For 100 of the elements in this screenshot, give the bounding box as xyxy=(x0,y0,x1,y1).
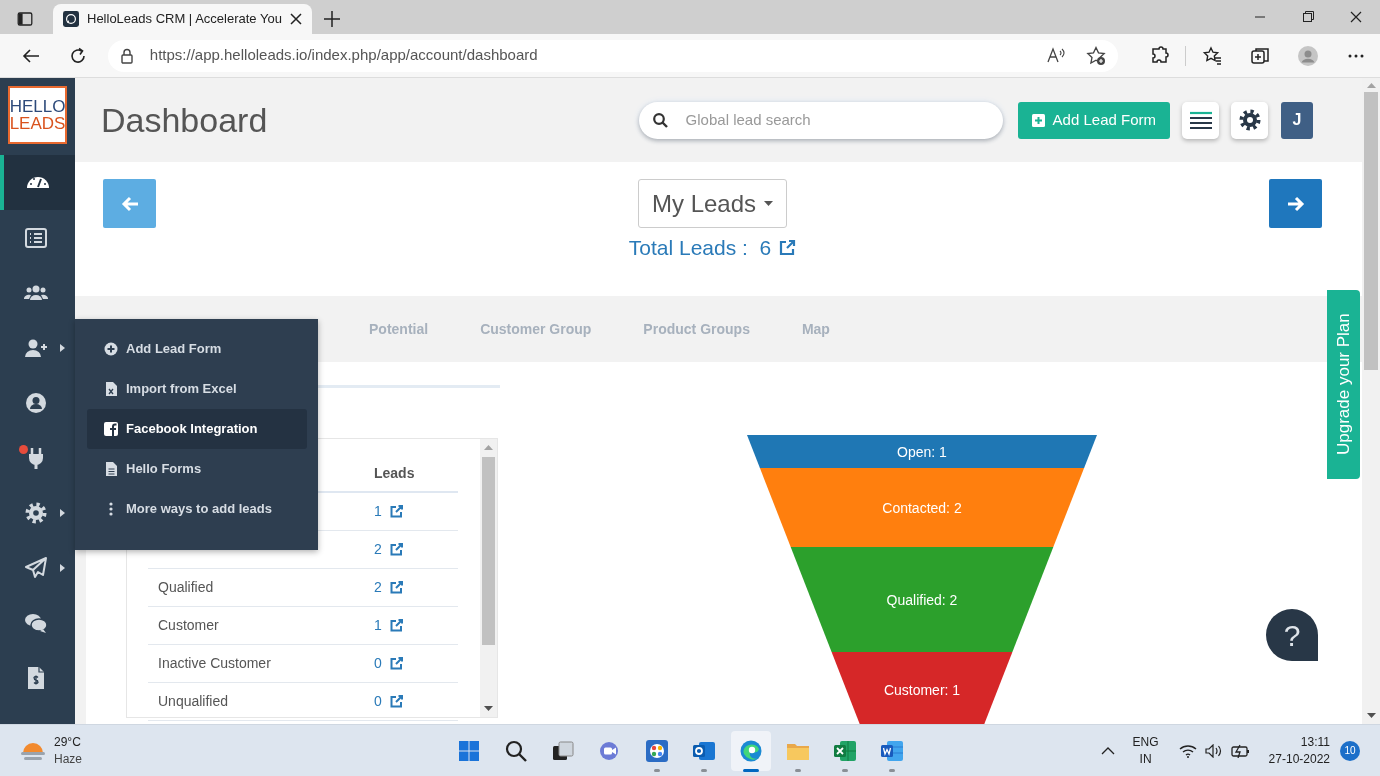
search-icon xyxy=(652,112,668,128)
menu-item[interactable]: More ways to add leads xyxy=(87,489,307,529)
left-arrow-icon xyxy=(120,195,139,212)
menu-button[interactable] xyxy=(1182,101,1219,139)
gear-icon xyxy=(23,500,48,525)
browser-icon xyxy=(739,738,763,763)
extensions-icon[interactable] xyxy=(1149,45,1169,66)
plus-square-icon xyxy=(1031,113,1045,127)
up-arrow-icon xyxy=(484,445,493,450)
task-view-icon xyxy=(551,738,575,763)
search-icon xyxy=(504,738,528,763)
external-link-icon[interactable] xyxy=(389,619,403,632)
settings-icon xyxy=(1237,108,1262,132)
menu-item[interactable]: Add Lead Form xyxy=(87,329,307,369)
segment-label: Customer: 1 xyxy=(883,682,961,698)
close-icon xyxy=(1350,11,1362,23)
leads-dropdown[interactable]: My Leads xyxy=(637,179,788,228)
scroll-thumb[interactable] xyxy=(1364,92,1378,370)
scroll-thumb[interactable] xyxy=(482,457,495,645)
search-bar[interactable]: Global lead search xyxy=(638,101,1003,139)
settings-button[interactable] xyxy=(1231,101,1268,139)
read-aloud-icon[interactable] xyxy=(1046,46,1066,65)
square-f-icon xyxy=(104,422,118,436)
notification-badge[interactable]: 10 xyxy=(1340,740,1360,761)
page-title: Dashboard xyxy=(101,99,268,141)
table-cell-text: Inactive Customer xyxy=(157,654,272,673)
language-indicator[interactable]: ENG IN xyxy=(1132,734,1159,767)
menu-item[interactable]: Import from Excel xyxy=(87,369,307,409)
chevron-up-icon[interactable] xyxy=(1100,746,1115,755)
plus-circle-icon xyxy=(104,342,118,356)
table-cell-text: Unqualified xyxy=(157,692,230,711)
user-avatar[interactable]: J xyxy=(1281,101,1313,139)
back-arrow-icon xyxy=(21,46,40,65)
lead-count-link[interactable]: 1 xyxy=(374,615,382,636)
alert-dot xyxy=(19,445,28,454)
caret-icon xyxy=(60,344,65,352)
menu-item[interactable]: Facebook Integration xyxy=(87,409,307,449)
table-cell-text: Qualified xyxy=(157,578,215,597)
start-icon xyxy=(457,738,481,763)
running-indicator xyxy=(889,768,895,772)
page-scrollbar[interactable] xyxy=(1362,78,1380,724)
running-indicator xyxy=(701,768,707,772)
sidebar-item[interactable] xyxy=(0,155,75,210)
running-indicator xyxy=(842,768,848,772)
running-indicator xyxy=(795,768,801,772)
help-button[interactable]: ? xyxy=(1266,609,1318,661)
wifi-icon[interactable] xyxy=(1178,743,1197,758)
clock[interactable]: 13:11 27-10-2022 xyxy=(1268,734,1330,767)
lead-count-link[interactable]: 2 xyxy=(374,577,382,598)
table-scrollbar[interactable] xyxy=(480,439,497,717)
add-lead-form-button[interactable]: Add Lead Form xyxy=(1017,101,1170,139)
segment-label: Open: 1 xyxy=(897,443,947,460)
document-icon xyxy=(104,462,118,476)
segment-label: Qualified: 2 xyxy=(886,591,958,608)
restore-icon xyxy=(1302,11,1314,23)
down-arrow-icon xyxy=(484,706,493,711)
external-link-icon[interactable] xyxy=(389,543,403,556)
segment-label: Contacted: 2 xyxy=(882,499,962,516)
favorite-star-icon[interactable] xyxy=(1086,45,1106,66)
down-arrow-icon xyxy=(1366,713,1376,718)
external-link-icon[interactable] xyxy=(389,581,403,594)
external-link-icon[interactable] xyxy=(779,239,797,257)
external-link-icon[interactable] xyxy=(389,695,403,708)
lead-count-link[interactable]: 0 xyxy=(374,691,382,712)
close-icon[interactable] xyxy=(290,13,302,25)
table-cell-text: Customer xyxy=(157,616,220,635)
collections-icon[interactable] xyxy=(1250,45,1270,66)
lead-count-link[interactable]: 0 xyxy=(374,653,382,674)
plus-icon xyxy=(324,11,340,27)
browser-tab[interactable]: HelloLeads CRM | Accelerate You xyxy=(53,4,312,34)
lock-icon xyxy=(119,47,134,64)
menu-item[interactable]: Hello Forms xyxy=(87,449,307,489)
caret-icon xyxy=(764,201,774,206)
search-field[interactable]: Global lead search xyxy=(683,107,984,133)
favorites-icon[interactable] xyxy=(1202,45,1222,66)
caret-icon xyxy=(60,509,65,517)
external-link-icon[interactable] xyxy=(389,657,403,670)
panel-icon xyxy=(17,11,33,27)
colorful-app-icon xyxy=(645,738,669,763)
lead-count-link[interactable]: 1 xyxy=(374,501,382,522)
url-text: https://app.helloleads.io/index.php/app/account/dashboard xyxy=(149,45,539,66)
logo-text: HELLO xyxy=(9,98,66,115)
battery-icon[interactable] xyxy=(1230,743,1251,758)
external-link-icon[interactable] xyxy=(389,505,403,518)
upgrade-plan-tab[interactable]: Upgrade your Plan xyxy=(1327,290,1360,479)
running-indicator xyxy=(654,768,660,772)
lead-count-link[interactable]: 2 xyxy=(374,539,382,560)
right-arrow-icon xyxy=(1286,195,1305,212)
user-circle-icon xyxy=(23,390,48,415)
temperature-text: 29°C xyxy=(54,734,82,751)
tab-title: HelloLeads CRM | Accelerate You xyxy=(87,10,282,29)
total-leads-text: Total Leads : 6 xyxy=(628,235,772,261)
profile-icon[interactable] xyxy=(1298,45,1318,66)
next-button[interactable] xyxy=(1269,179,1322,228)
column-header: Leads xyxy=(373,464,415,483)
up-arrow-icon xyxy=(1366,83,1376,88)
address-bar[interactable]: https://app.helloleads.io/index.php/app/account/dashboard xyxy=(107,39,1118,72)
speaker-icon[interactable] xyxy=(1204,743,1223,758)
caret-icon xyxy=(60,564,65,572)
weather-text: Haze xyxy=(54,750,82,767)
